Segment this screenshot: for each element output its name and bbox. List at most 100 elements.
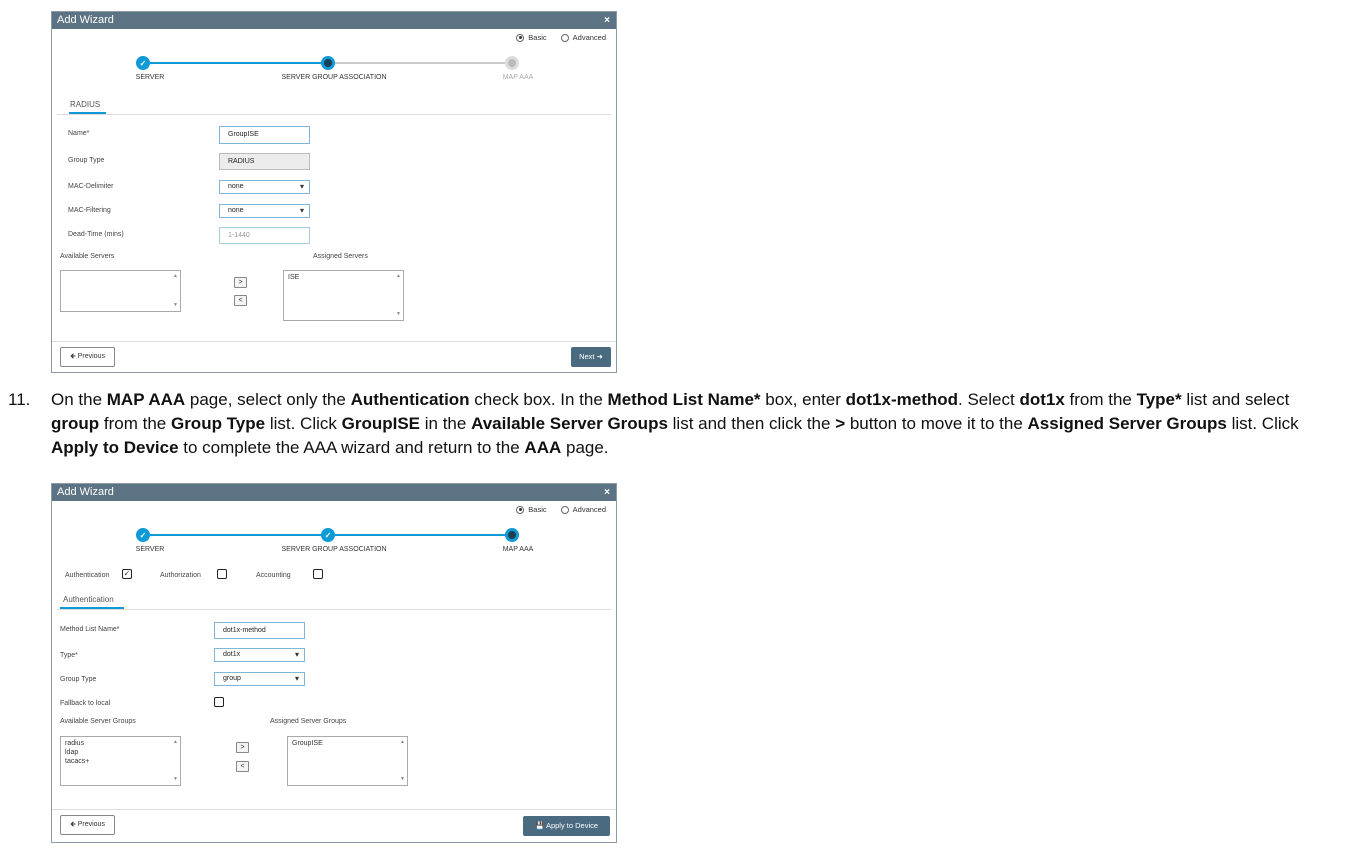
- instruction-part: Method List Name*: [607, 390, 761, 409]
- method-list-label: Method List Name*: [60, 626, 120, 633]
- mode-selector: Basic Advanced: [516, 505, 606, 514]
- dead-time-input[interactable]: 1-1440: [219, 227, 310, 244]
- wizard-title: Add Wizard: [57, 14, 114, 26]
- instruction-part: list. Click: [1226, 414, 1299, 433]
- tab-radius[interactable]: RADIUS: [70, 100, 100, 109]
- step-server-label: SERVER: [135, 74, 165, 81]
- previous-button[interactable]: 🡸 Previous: [60, 815, 115, 835]
- instruction-part: MAP AAA: [106, 390, 186, 409]
- mode-basic-option[interactable]: Basic: [516, 33, 547, 42]
- assigned-servers-list[interactable]: ISE ▲ ▼: [283, 270, 404, 321]
- move-left-button[interactable]: <: [234, 295, 247, 306]
- footer-divider: [52, 341, 616, 342]
- group-type-field: RADIUS: [219, 153, 310, 170]
- list-item[interactable]: radius: [65, 739, 176, 748]
- instruction-part: >: [835, 414, 846, 433]
- next-button[interactable]: Next ➜: [571, 347, 611, 367]
- accounting-check-label: Accounting: [256, 572, 291, 579]
- tab-authentication[interactable]: Authentication: [63, 595, 114, 604]
- available-servers-label: Available Servers: [60, 253, 115, 260]
- tab-divider: [57, 609, 611, 610]
- fallback-checkbox[interactable]: [214, 697, 224, 707]
- previous-label: Previous: [77, 821, 105, 828]
- add-wizard-map-aaa: Add Wizard × Basic Advanced ✓ ✓ SERVER S…: [51, 483, 617, 843]
- group-type-label: Group Type: [60, 676, 97, 683]
- scroll-down-icon[interactable]: ▼: [396, 310, 401, 319]
- instruction-part: On the: [51, 390, 107, 409]
- instruction-part: in the: [420, 414, 472, 433]
- assigned-servers-label: Assigned Servers: [313, 253, 368, 260]
- available-groups-label: Available Server Groups: [60, 718, 136, 725]
- mode-advanced-option[interactable]: Advanced: [560, 33, 606, 42]
- instruction-part: list and select: [1181, 390, 1290, 409]
- wizard-stepper: ✓ ✓ SERVER SERVER GROUP ASSOCIATION MAP …: [52, 528, 618, 558]
- add-wizard-server-group: Add Wizard × Basic Advanced ✓ SERVER SER…: [51, 11, 617, 373]
- move-left-button[interactable]: <: [236, 761, 249, 772]
- assigned-groups-list[interactable]: GroupISE ▲ ▼: [287, 736, 408, 786]
- fallback-label: Fallback to local: [60, 700, 111, 707]
- radio-basic[interactable]: [516, 33, 525, 42]
- scroll-down-icon[interactable]: ▼: [173, 775, 178, 784]
- step-map-icon: [505, 56, 519, 70]
- move-right-button[interactable]: >: [236, 742, 249, 753]
- instruction-part: group: [51, 414, 100, 433]
- list-item[interactable]: ISE: [288, 273, 399, 282]
- close-icon[interactable]: ×: [604, 12, 610, 29]
- scroll-up-icon[interactable]: ▲: [173, 272, 178, 281]
- scroll-up-icon[interactable]: ▲: [400, 738, 405, 747]
- mode-advanced-option[interactable]: Advanced: [560, 505, 606, 514]
- scroll-up-icon[interactable]: ▲: [396, 272, 401, 281]
- name-field[interactable]: GroupISE: [219, 126, 310, 144]
- scroll-up-icon[interactable]: ▲: [173, 738, 178, 747]
- step-map-label: MAP AAA: [502, 74, 534, 81]
- accounting-checkbox[interactable]: [313, 569, 323, 579]
- authorization-checkbox[interactable]: [217, 569, 227, 579]
- instruction-part: check box. In the: [469, 390, 608, 409]
- step-group-icon: [321, 56, 335, 70]
- radio-advanced[interactable]: [560, 33, 569, 42]
- wizard-title: Add Wizard: [57, 486, 114, 498]
- instruction-part: page.: [561, 438, 609, 457]
- arrow-right-icon: ➜: [596, 352, 603, 361]
- move-right-button[interactable]: >: [234, 277, 247, 288]
- step-server-icon: ✓: [136, 56, 150, 70]
- list-item[interactable]: tacacs+: [65, 757, 176, 766]
- group-type-label: Group Type: [68, 157, 105, 164]
- instruction-part: dot1x-method: [845, 390, 959, 409]
- authentication-checkbox[interactable]: ✓: [122, 569, 132, 579]
- step-group-icon: ✓: [321, 528, 335, 542]
- available-groups-list[interactable]: radius ldap tacacs+ ▲ ▼: [60, 736, 181, 786]
- radio-basic[interactable]: [516, 505, 525, 514]
- instruction-part: Authentication: [350, 390, 470, 409]
- list-item[interactable]: ldap: [65, 748, 176, 757]
- dead-time-label: Dead-Time (mins): [68, 231, 124, 238]
- type-select[interactable]: dot1x: [214, 648, 305, 662]
- apply-label: Apply to Device: [545, 821, 599, 830]
- step-number: 11.: [8, 390, 31, 409]
- previous-button[interactable]: 🡸 Previous: [60, 347, 115, 367]
- mac-delimiter-select[interactable]: none: [219, 180, 310, 194]
- group-type-select[interactable]: group: [214, 672, 305, 686]
- mode-basic-label: Basic: [528, 33, 547, 42]
- instruction-part: Apply to Device: [51, 438, 179, 457]
- method-list-input[interactable]: dot1x-method: [214, 622, 305, 639]
- save-device-icon: 💾: [534, 821, 545, 830]
- step-server-label: SERVER: [135, 546, 165, 553]
- available-servers-list[interactable]: ▲ ▼: [60, 270, 181, 312]
- list-item[interactable]: GroupISE: [292, 739, 403, 748]
- radio-advanced[interactable]: [560, 505, 569, 514]
- mode-basic-option[interactable]: Basic: [516, 505, 547, 514]
- authorization-check-label: Authorization: [160, 572, 201, 579]
- apply-to-device-button[interactable]: 💾 Apply to Device: [523, 816, 610, 836]
- step-map-icon: [505, 528, 519, 542]
- scroll-down-icon[interactable]: ▼: [400, 775, 405, 784]
- scroll-down-icon[interactable]: ▼: [173, 301, 178, 310]
- instruction-part: list. Click: [265, 414, 342, 433]
- instruction-text: On the MAP AAA page, select only the Aut…: [51, 388, 1341, 460]
- arrow-left-icon: 🡸: [70, 821, 76, 828]
- authentication-check-label: Authentication: [65, 572, 110, 579]
- mac-filtering-select[interactable]: none: [219, 204, 310, 218]
- instruction-part: from the: [1064, 390, 1137, 409]
- close-icon[interactable]: ×: [604, 484, 610, 501]
- type-label: Type*: [60, 652, 78, 659]
